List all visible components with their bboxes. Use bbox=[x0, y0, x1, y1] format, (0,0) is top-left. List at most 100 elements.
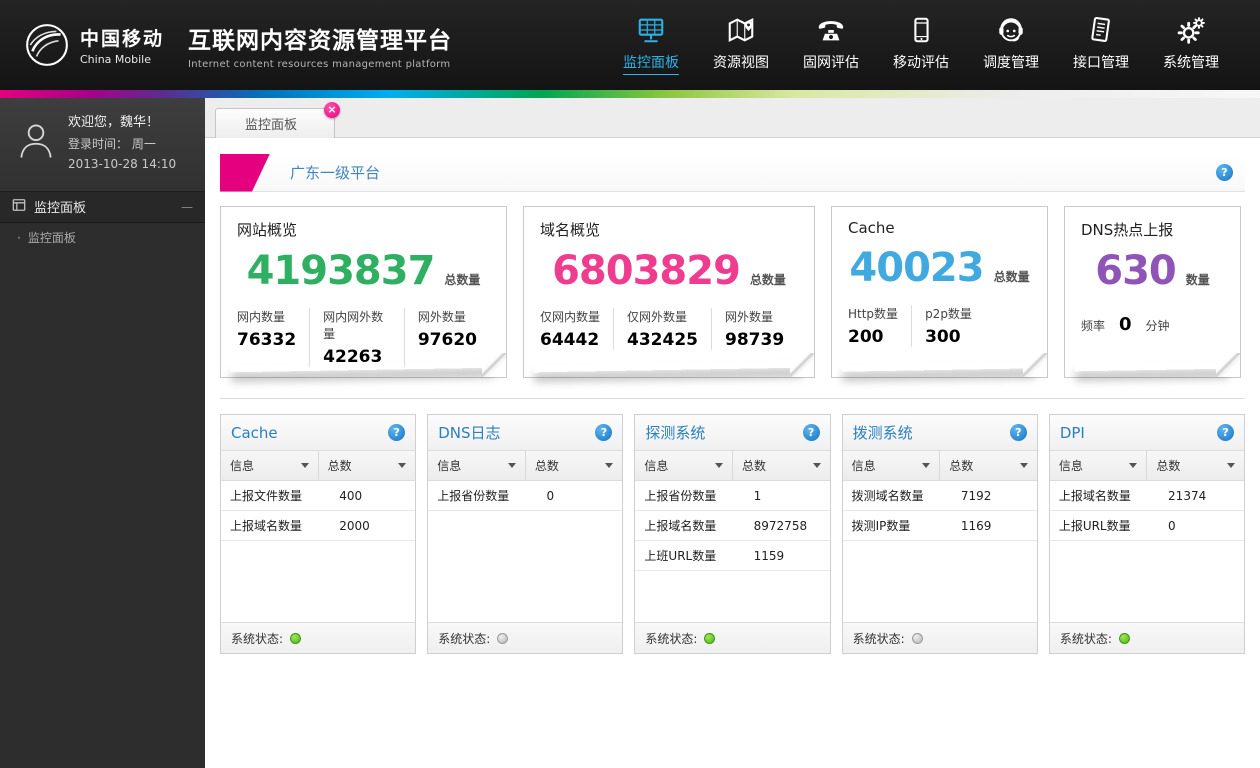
sidebar-item-label: 监控面板 bbox=[28, 229, 76, 246]
stat-value: 98739 bbox=[725, 330, 784, 350]
row-label: 上报省份数量 bbox=[437, 487, 546, 504]
info-column-dropdown[interactable]: 信息 bbox=[221, 451, 318, 480]
row-label: 拨测IP数量 bbox=[852, 517, 961, 534]
card-total-unit: 总数量 bbox=[444, 271, 480, 288]
panel-rows: 上报域名数量 21374 上报URL数量 0 bbox=[1050, 481, 1244, 622]
info-column-dropdown[interactable]: 信息 bbox=[1050, 451, 1147, 480]
system-panels: Cache ? 信息 总数 bbox=[220, 414, 1245, 654]
card-title: DNS热点上报 bbox=[1081, 219, 1224, 240]
card-total-value: 4193837 bbox=[247, 248, 435, 294]
nav-item-interface-mgmt[interactable]: 接口管理 bbox=[1056, 15, 1146, 75]
status-dot-green bbox=[1119, 633, 1130, 644]
info-column-dropdown[interactable]: 信息 bbox=[843, 451, 940, 480]
help-icon[interactable]: ? bbox=[1216, 164, 1233, 181]
nav-item-label: 移动评估 bbox=[893, 52, 949, 72]
nav-item-system-mgmt[interactable]: 系统管理 bbox=[1146, 15, 1236, 75]
nav-item-dispatch-mgmt[interactable]: 调度管理 bbox=[966, 15, 1056, 75]
table-row: 上报域名数量 2000 bbox=[221, 511, 415, 541]
summary-cards: 网站概览 4193837 总数量 网内数量 76332 网内网外数量 bbox=[220, 206, 1245, 399]
info-column-dropdown[interactable]: 信息 bbox=[635, 451, 732, 480]
user-info: 欢迎您，魏华！ 登录时间： 周一 2013-10-28 14:10 bbox=[68, 112, 176, 175]
section-title: 广东一级平台 bbox=[290, 162, 380, 183]
help-icon[interactable]: ? bbox=[1217, 424, 1234, 441]
card-stats: 仅网内数量 64442 仅网外数量 432425 网外数量 98739 bbox=[540, 308, 798, 350]
stat-value: 300 bbox=[925, 327, 972, 347]
row-value: 0 bbox=[1168, 519, 1235, 533]
help-icon[interactable]: ? bbox=[803, 424, 820, 441]
table-row: 拨测域名数量 7192 bbox=[843, 481, 1037, 511]
stat-label: 网内网外数量 bbox=[323, 308, 391, 342]
stat-label: p2p数量 bbox=[925, 305, 972, 322]
nav-item-label: 监控面板 bbox=[623, 52, 679, 75]
welcome-text: 欢迎您，魏华！ bbox=[68, 112, 176, 134]
column-label: 信息 bbox=[1059, 457, 1083, 474]
stat-value: 64442 bbox=[540, 330, 600, 350]
body: 欢迎您，魏华！ 登录时间： 周一 2013-10-28 14:10 监控面板 —… bbox=[0, 98, 1260, 768]
total-column-dropdown[interactable]: 总数 bbox=[1146, 451, 1244, 480]
stat-label: 网外数量 bbox=[418, 308, 477, 325]
nav-item-label: 系统管理 bbox=[1163, 52, 1219, 72]
stat-value: 97620 bbox=[418, 330, 477, 350]
row-value: 1 bbox=[754, 489, 821, 503]
sidebar-item-monitor-panel[interactable]: · 监控面板 bbox=[0, 223, 205, 253]
card-title: Cache bbox=[848, 219, 1031, 237]
help-icon[interactable]: ? bbox=[595, 424, 612, 441]
card-domain-overview: 域名概览 6803829 总数量 仅网内数量 64442 仅网外数量 bbox=[523, 206, 815, 378]
panel-rows: 上报文件数量 400 上报域名数量 2000 bbox=[221, 481, 415, 622]
table-row: 上报域名数量 8972758 bbox=[635, 511, 829, 541]
close-icon[interactable]: × bbox=[324, 102, 340, 118]
panel-probe-system: 探测系统 ? 信息 总数 bbox=[634, 414, 830, 654]
panel-title: DNS日志 bbox=[438, 422, 500, 443]
card-stats: 网内数量 76332 网内网外数量 42263 网外数量 97620 bbox=[237, 308, 490, 367]
row-label: 上报省份数量 bbox=[644, 487, 753, 504]
nav-item-resource-view[interactable]: 资源视图 bbox=[696, 15, 786, 75]
status-label: 系统状态: bbox=[1060, 630, 1112, 647]
resource-map-icon bbox=[726, 15, 756, 45]
sidebar: 欢迎您，魏华！ 登录时间： 周一 2013-10-28 14:10 监控面板 —… bbox=[0, 98, 205, 768]
mobile-phone-icon bbox=[906, 15, 936, 45]
chevron-down-icon bbox=[922, 463, 930, 468]
card-title: 域名概览 bbox=[540, 219, 798, 240]
panel-status-bar: 系统状态: bbox=[221, 622, 415, 653]
brand-text: 中国移动 China Mobile bbox=[80, 24, 164, 66]
chevron-down-icon bbox=[508, 463, 516, 468]
total-column-dropdown[interactable]: 总数 bbox=[525, 451, 623, 480]
tab-monitor-panel[interactable]: 监控面板 × bbox=[215, 108, 335, 138]
nav-item-mobile-eval[interactable]: 移动评估 bbox=[876, 15, 966, 75]
collapse-icon[interactable]: — bbox=[181, 200, 193, 214]
status-label: 系统状态: bbox=[853, 630, 905, 647]
chevron-down-icon bbox=[1227, 463, 1235, 468]
chevron-down-icon bbox=[301, 463, 309, 468]
card-stats: Http数量 200 p2p数量 300 bbox=[848, 305, 1031, 347]
column-label: 总数 bbox=[742, 457, 766, 474]
card-total: 40023 总数量 bbox=[848, 245, 1031, 291]
total-column-dropdown[interactable]: 总数 bbox=[939, 451, 1037, 480]
row-label: 上报域名数量 bbox=[1059, 487, 1168, 504]
row-value: 7192 bbox=[961, 489, 1028, 503]
row-value: 400 bbox=[339, 489, 406, 503]
total-column-dropdown[interactable]: 总数 bbox=[732, 451, 830, 480]
panel-title: Cache bbox=[231, 424, 278, 442]
stat-label: 网外数量 bbox=[725, 308, 784, 325]
panel-rows: 上报省份数量 1 上报域名数量 8972758 上班URL数量 1159 bbox=[635, 481, 829, 622]
chevron-down-icon bbox=[1129, 463, 1137, 468]
nav-item-fixed-network-eval[interactable]: 固网评估 bbox=[786, 15, 876, 75]
card-total: 6803829 总数量 bbox=[540, 248, 798, 294]
row-value: 21374 bbox=[1168, 489, 1235, 503]
sidebar-menu-header-monitor[interactable]: 监控面板 — bbox=[0, 191, 205, 223]
tab-strip: 监控面板 × bbox=[205, 98, 1260, 138]
rainbow-divider bbox=[0, 90, 1260, 98]
panel-dpi: DPI ? 信息 总数 bbox=[1049, 414, 1245, 654]
column-label: 总数 bbox=[949, 457, 973, 474]
info-column-dropdown[interactable]: 信息 bbox=[428, 451, 525, 480]
brand: 中国移动 China Mobile 互联网内容资源管理平台 Internet c… bbox=[24, 21, 452, 70]
nav-item-monitor-panel[interactable]: 监控面板 bbox=[606, 15, 696, 75]
help-icon[interactable]: ? bbox=[388, 424, 405, 441]
help-icon[interactable]: ? bbox=[1010, 424, 1027, 441]
stat-value: 432425 bbox=[627, 330, 698, 350]
panel-status-bar: 系统状态: bbox=[635, 622, 829, 653]
column-label: 信息 bbox=[852, 457, 876, 474]
chevron-down-icon bbox=[715, 463, 723, 468]
user-box: 欢迎您，魏华！ 登录时间： 周一 2013-10-28 14:10 bbox=[0, 98, 205, 191]
total-column-dropdown[interactable]: 总数 bbox=[318, 451, 416, 480]
